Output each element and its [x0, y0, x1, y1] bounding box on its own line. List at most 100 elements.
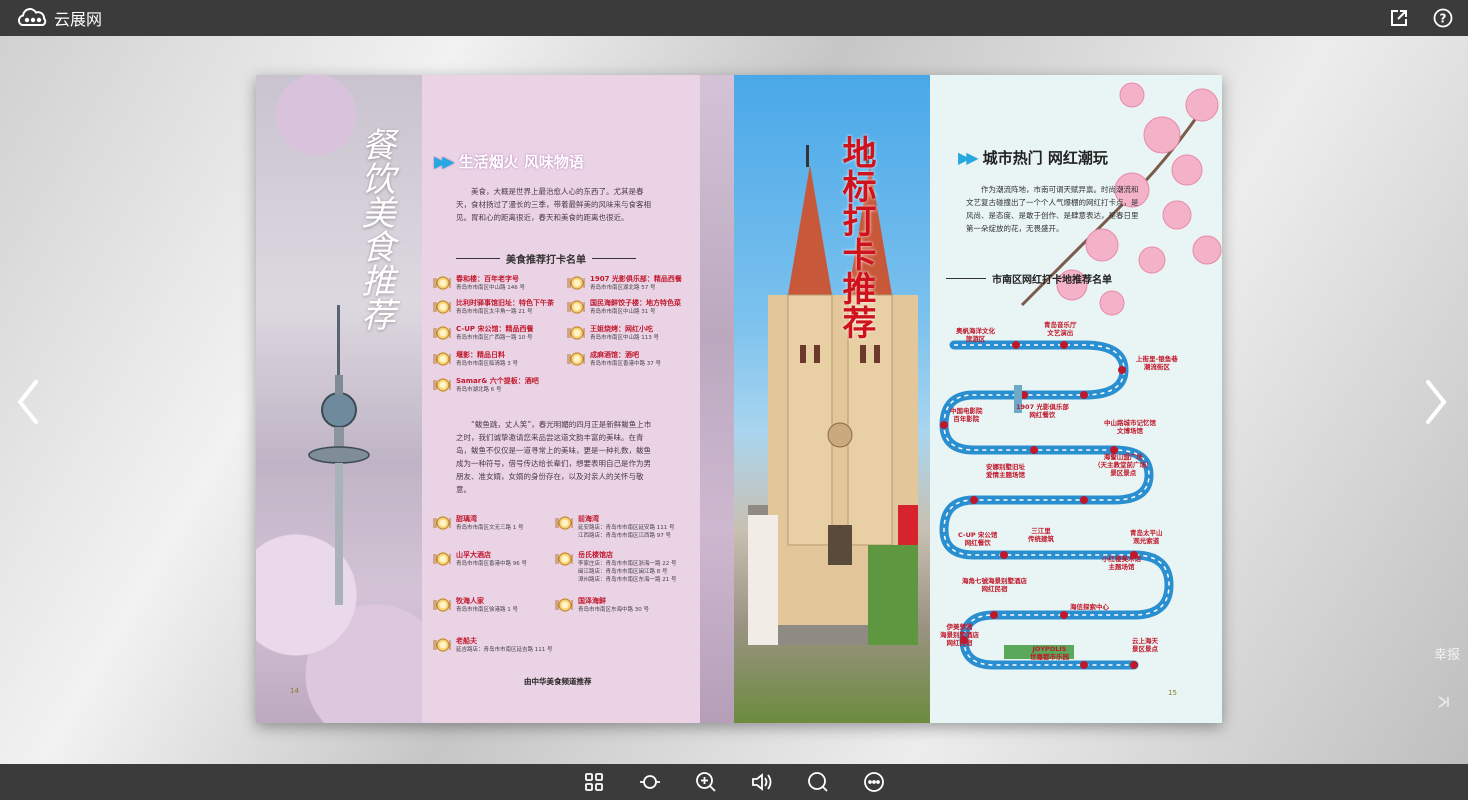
food-intro: 美食，大概是世界上最治愈人心的东西了。尤其是春天，食材扬过了漫长的三季，带着最鲜…: [456, 187, 651, 222]
plate-icon: [432, 351, 452, 367]
restaurant-name: 老船夫: [456, 637, 477, 645]
spot-list-title: 市南区网红打卡地推荐名单: [946, 271, 1112, 286]
trend-section-title-text: 城市热门 网红潮玩: [982, 149, 1108, 167]
spot-label: C-UP 宋公馆 网红餐饮: [958, 531, 998, 547]
restaurant-address: 李家庄店：青岛市市南区浙海一路 22 号 闽江路店：青岛市市南区闽江路 8 号 …: [578, 561, 677, 583]
restaurant-address: 青岛市市南区湖北路 57 号: [590, 285, 656, 291]
prev-page-button[interactable]: [10, 377, 46, 427]
flipbook[interactable]: 餐饮美食推荐 ▶▶ 生活烟火 风味物语 美食，大概是世界上最治愈人心的东西了。尤…: [256, 75, 1222, 723]
restaurant-item: C-UP 宋公馆：精品西餐 青岛市市南区广西路一路 10 号: [432, 325, 533, 342]
plate-icon: [554, 551, 574, 567]
spot-label: 奥帆海洋文化 旅游区: [956, 327, 995, 343]
restaurant-address: 青岛市湖北路 6 号: [456, 387, 502, 393]
restaurant-item: 岳氏楼馆店 李家庄店：青岛市市南区浙海一路 22 号 闽江路店：青岛市市南区闽江路…: [554, 551, 677, 584]
plate-icon: [566, 299, 586, 315]
restaurant-name: 堰影：精品日料: [456, 351, 505, 359]
restaurant-item: 比利时驿事馆旧址：特色下午茶 青岛市市南区太平角一路 21 号: [432, 299, 554, 316]
trend-intro: 作为潮流阵地，市南可谓天赋异禀。时尚潮流和文艺复古碰撞出了一个个人气爆棚的网红打…: [966, 185, 1139, 233]
right-page: 地标打卡推荐 ▶▶ 城市热门 网红潮玩 作为潮流阵地，市南可谓天赋异禀。时尚潮流…: [734, 75, 1222, 723]
help-icon[interactable]: ?: [1432, 7, 1454, 29]
search-icon[interactable]: [807, 771, 829, 793]
zoom-in-icon[interactable]: [695, 771, 717, 793]
plate-icon: [432, 377, 452, 393]
plate-icon: [432, 515, 452, 531]
restaurant-name: Samar& 六个提板：酒吧: [456, 377, 539, 385]
trend-section-title: ▶▶ 城市热门 网红潮玩: [958, 147, 1108, 168]
spot-label: 云上海天 景区景点: [1132, 637, 1158, 653]
restaurant-name: C-UP 宋公馆：精品西餐: [456, 325, 534, 333]
restaurant-item: 国泽海鲜 青岛市市南区东海中路 30 号: [554, 597, 649, 614]
last-page-icon: [1438, 696, 1449, 708]
restaurant-item: Samar& 六个提板：酒吧 青岛市湖北路 6 号: [432, 377, 539, 394]
restaurant-name: 比利时驿事馆旧址：特色下午茶: [456, 299, 554, 307]
restaurant-name: 牧海人家: [456, 597, 484, 605]
divider: [592, 258, 636, 259]
restaurant-address: 青岛市市南区广西路一路 10 号: [456, 335, 533, 341]
restaurant-item: 国民海鲜饺子楼：地方特色菜 青岛市市南区中山路 31 号: [566, 299, 681, 316]
share-icon[interactable]: [1388, 7, 1410, 29]
plate-icon: [432, 597, 452, 613]
spot-label: 中国电影院 百年影院: [950, 407, 983, 423]
plate-icon: [566, 275, 586, 291]
plate-icon: [432, 637, 452, 653]
restaurant-name: 山孚大酒店: [456, 551, 491, 559]
autoplay-icon[interactable]: [639, 771, 661, 793]
plate-icon: [432, 299, 452, 315]
spot-label: 海信探索中心: [1070, 603, 1109, 611]
plate-icon: [554, 597, 574, 613]
spot-label: 中山路城市记忆馆 文博场馆: [1104, 419, 1156, 435]
restaurant-address: 延安路店：青岛市市南区延安路 111 号 江西路店：青岛市市南区江西路 97 号: [578, 525, 675, 539]
spot-label: 青岛太平山 观光索道: [1130, 529, 1163, 545]
spot-label: 上街里-银鱼巷 潮流街区: [1136, 355, 1178, 371]
last-page-button[interactable]: [1434, 692, 1454, 712]
more-icon[interactable]: [863, 771, 885, 793]
plate-icon: [566, 325, 586, 341]
sound-icon[interactable]: [751, 771, 773, 793]
restaurant-address: 青岛市市南区中山路 113 号: [590, 335, 659, 341]
restaurant-address: 青岛市市南区香港中路 96 号: [456, 561, 527, 567]
restaurant-address: 青岛市市南区文无三路 1 号: [456, 525, 524, 531]
restaurant-address: 青岛市市南区中山路 146 号: [456, 285, 525, 291]
restaurant-address: 青岛市市南区徐港路 1 号: [456, 607, 518, 613]
right-page-number: 15: [1168, 689, 1177, 697]
chevron-left-icon: [17, 380, 38, 424]
next-page-button[interactable]: [1418, 377, 1454, 427]
route-map: [939, 340, 1174, 670]
left-vertical-title: 餐饮美食推荐: [355, 127, 395, 331]
food-list-title: 美食推荐打卡名单: [456, 251, 636, 266]
restaurant-name: 春和楼：百年老字号: [456, 275, 519, 283]
restaurant-address: 青岛市市南区香港中路 37 号: [590, 361, 661, 367]
first-page-button[interactable]: [16, 692, 36, 712]
thumbnails-icon[interactable]: [583, 771, 605, 793]
spot-label: 安娜别墅旧址 爱情主题场馆: [986, 463, 1025, 479]
food-section-title: ▶▶ 生活烟火 风味物语: [434, 151, 584, 172]
tv-tower-image: [308, 305, 370, 605]
top-bar: 云展网 ?: [0, 0, 1468, 36]
food-list-title-text: 美食推荐打卡名单: [506, 255, 586, 266]
restaurant-item: 1907 光影俱乐部：精品西餐 青岛市市南区湖北路 57 号: [566, 275, 682, 292]
right-vertical-title: 地标打卡推荐: [836, 135, 876, 339]
restaurant-name: 前海湾: [578, 515, 599, 523]
left-page: 餐饮美食推荐 ▶▶ 生活烟火 风味物语 美食，大概是世界上最治愈人心的东西了。尤…: [256, 75, 734, 723]
restaurant-address: 青岛市市南区东海中路 30 号: [578, 607, 649, 613]
food-credit: 由中华美食频道推荐: [524, 677, 592, 686]
restaurant-name: 国民海鲜饺子楼：地方特色菜: [590, 299, 681, 307]
brand-logo[interactable]: 云展网: [16, 6, 102, 30]
restaurant-name: 1907 光影俱乐部：精品西餐: [590, 275, 682, 283]
left-page-number: 14: [290, 687, 299, 695]
restaurant-item: 成麻酒馆：酒吧青岛市市南区香港中路 37 号: [566, 351, 661, 368]
divider: [946, 278, 986, 279]
restaurant-item: 老船夫 延吉路店：青岛市市南区延吉路 111 号: [432, 637, 553, 654]
spot-label: 伊美萝茜 海景别墅酒店 网红民宿: [940, 623, 979, 647]
cloud-logo-icon: [17, 8, 47, 26]
restaurant-item: 甜璃湾 青岛市市南区文无三路 1 号: [432, 515, 524, 532]
restaurant-address: 青岛市市南区临清路 3 号: [456, 361, 518, 367]
restaurant-name: 成麻酒馆：酒吧: [590, 351, 639, 359]
spot-label: 青岛音乐厅 文艺演出: [1044, 321, 1077, 337]
first-page-icon: [21, 696, 32, 708]
restaurant-address: 青岛市市南区太平角一路 21 号: [456, 309, 533, 315]
church-photo: 地标打卡推荐: [734, 75, 930, 723]
plate-icon: [432, 325, 452, 341]
plate-icon: [432, 275, 452, 291]
double-arrow-icon: ▶▶: [434, 152, 455, 171]
